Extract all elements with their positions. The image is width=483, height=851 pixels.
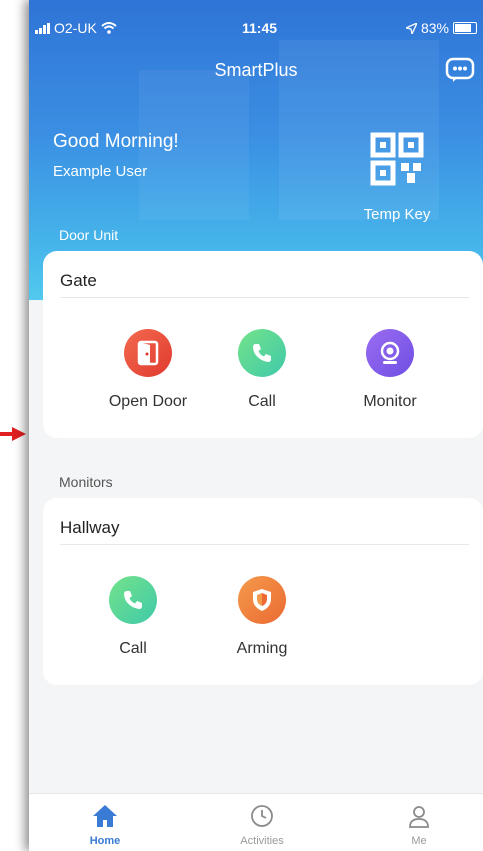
clock-icon [251,805,273,827]
open-door-label: Open Door [108,393,188,410]
monitor-label: Monitor [363,393,417,410]
hallway-call-label: Call [119,640,147,657]
carrier-name: O2-UK [54,20,97,36]
temp-key-label: Temp Key [363,206,431,223]
chat-bubble-icon[interactable] [445,57,475,83]
user-name: Example User [53,163,148,180]
greeting-text: Good Morning! [53,131,179,152]
bottom-tab-bar: Home Activities Me [29,793,483,851]
phone-icon [238,329,286,377]
door-unit-section-label: Door Unit [59,227,119,243]
monitor-button[interactable]: Monitor [335,329,445,411]
camera-icon [366,329,414,377]
arming-label: Arming [236,640,288,657]
home-icon [93,805,117,827]
door-unit-card: Gate Open Door Call Monitor [43,251,483,438]
open-door-button[interactable]: Open Door [93,329,203,411]
battery-percent: 83% [420,20,449,36]
device-name-hallway: Hallway [60,518,120,537]
tab-me-label: Me [411,835,427,847]
shield-icon [238,576,286,624]
tab-activities-label: Activities [240,835,284,847]
temp-key-button[interactable]: Temp Key [349,132,445,226]
door-icon [124,329,172,377]
wifi-icon [101,22,117,34]
person-icon [409,806,429,828]
red-arrow-pointer-icon [0,427,26,441]
tab-home[interactable]: Home [55,804,155,847]
qr-code-icon [370,132,424,186]
monitors-section-label: Monitors [59,474,113,490]
app-title: SmartPlus [214,60,298,80]
location-arrow-icon [405,22,417,34]
status-bar: O2-UK 11:45 83% [29,0,483,40]
clock-time: 11:45 [242,20,278,36]
tab-me[interactable]: Me [369,804,469,847]
gate-call-label: Call [248,393,276,410]
hallway-call-button[interactable]: Call [78,576,188,658]
arming-button[interactable]: Arming [207,576,317,658]
tab-home-label: Home [89,835,121,847]
device-name-gate: Gate [60,271,97,290]
signal-icon [35,22,50,34]
monitors-card: Hallway Call Arming [43,498,483,685]
phone-icon [109,576,157,624]
gate-call-button[interactable]: Call [207,329,317,411]
tab-activities[interactable]: Activities [212,804,312,847]
phone-screen: O2-UK 11:45 83% SmartPlus Good Morning! … [29,0,483,851]
battery-icon [453,22,477,34]
